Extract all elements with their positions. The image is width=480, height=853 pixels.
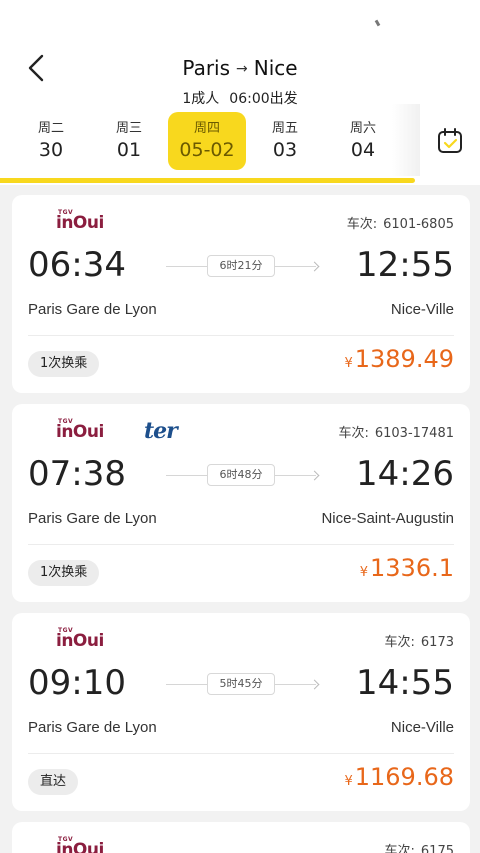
train-number: 车次: 6103-17481 xyxy=(338,426,454,441)
arrival-time: 14:26 xyxy=(356,454,454,494)
price: ¥1389.49 xyxy=(344,345,454,373)
date-selector: 周二 30 周三 01 周四 05-02 周五 03 周六 04 xyxy=(0,112,420,178)
route-title: Paris → Nice xyxy=(0,56,480,80)
date-day: 30 xyxy=(38,139,64,161)
date-day: 01 xyxy=(116,139,142,161)
date-scroll-fade xyxy=(392,104,422,176)
departure-station: Paris Gare de Lyon xyxy=(28,510,157,527)
arrival-station: Nice-Ville xyxy=(390,301,454,318)
train-number: 车次: 6101-6805 xyxy=(346,217,454,232)
train-card[interactable]: TGV inOui 车次: 6173 09:10 5时45分 14:55 Pari… xyxy=(12,613,470,811)
departure-time: 09:10 xyxy=(28,663,126,703)
departure-station: Paris Gare de Lyon xyxy=(28,719,157,736)
departure-time: 07:38 xyxy=(28,454,126,494)
date-weekday: 周二 xyxy=(37,121,64,136)
duration-badge: 5时45分 xyxy=(207,673,275,695)
calendar-button[interactable] xyxy=(420,104,480,178)
origin-city: Paris xyxy=(182,56,231,80)
status-indicator xyxy=(374,19,381,27)
date-weekday: 周三 xyxy=(115,121,142,136)
passenger-count: 1成人 xyxy=(182,91,220,107)
inoui-logo: TGV inOui xyxy=(56,418,104,442)
destination-city: Nice xyxy=(253,56,298,80)
departure-station: Paris Gare de Lyon xyxy=(28,301,157,318)
inoui-logo: TGV inOui xyxy=(56,627,104,651)
card-divider xyxy=(28,335,454,336)
transfer-badge: 直达 xyxy=(28,769,79,795)
transfer-badge: 1次换乘 xyxy=(28,351,100,377)
date-tab-3[interactable]: 周五 03 xyxy=(246,112,324,170)
top-header: Paris → Nice 1成人 06:00出发 周二 30 周三 01 周四 05-… xyxy=(0,0,480,185)
duration-badge: 6时21分 xyxy=(207,255,275,277)
date-tab-4[interactable]: 周六 04 xyxy=(324,112,402,170)
arrival-time: 14:55 xyxy=(356,663,454,703)
date-weekday: 周六 xyxy=(349,121,376,136)
price: ¥1336.1 xyxy=(359,554,454,582)
date-weekday: 周四 xyxy=(193,121,220,136)
arrival-time: 12:55 xyxy=(356,245,454,285)
date-indicator-bar xyxy=(0,178,415,183)
ter-logo: ter xyxy=(144,418,178,444)
date-weekday: 周五 xyxy=(271,121,298,136)
train-number: 车次: 6175 xyxy=(384,844,454,853)
price: ¥1169.68 xyxy=(344,763,454,791)
date-day: 05-02 xyxy=(179,139,235,161)
train-card[interactable]: TGV inOui 车次: 6101-6805 06:34 6时21分 12:55… xyxy=(12,195,470,393)
train-number: 车次: 6173 xyxy=(384,635,454,650)
card-divider xyxy=(28,544,454,545)
inoui-logo: TGV inOui xyxy=(56,836,104,853)
train-card[interactable]: TGV inOui 车次: 6175 xyxy=(12,822,470,853)
date-tab-1[interactable]: 周三 01 xyxy=(90,112,168,170)
card-divider xyxy=(28,753,454,754)
arrival-station: Nice-Saint-Augustin xyxy=(321,510,454,527)
calendar-icon xyxy=(438,128,462,153)
date-tab-0[interactable]: 周二 30 xyxy=(12,112,90,170)
date-day: 04 xyxy=(350,139,376,161)
date-day: 03 xyxy=(272,139,298,161)
departure-time-filter: 06:00出发 xyxy=(229,91,298,107)
train-card[interactable]: TGV inOui ter 车次: 6103-17481 07:38 6时48分 … xyxy=(12,404,470,602)
date-tab-2-selected[interactable]: 周四 05-02 xyxy=(168,112,246,170)
arrival-station: Nice-Ville xyxy=(390,719,454,736)
inoui-logo: TGV inOui xyxy=(56,209,104,233)
arrow-right-icon: → xyxy=(236,61,248,77)
transfer-badge: 1次换乘 xyxy=(28,560,100,586)
duration-badge: 6时48分 xyxy=(207,464,275,486)
departure-time: 06:34 xyxy=(28,245,126,285)
